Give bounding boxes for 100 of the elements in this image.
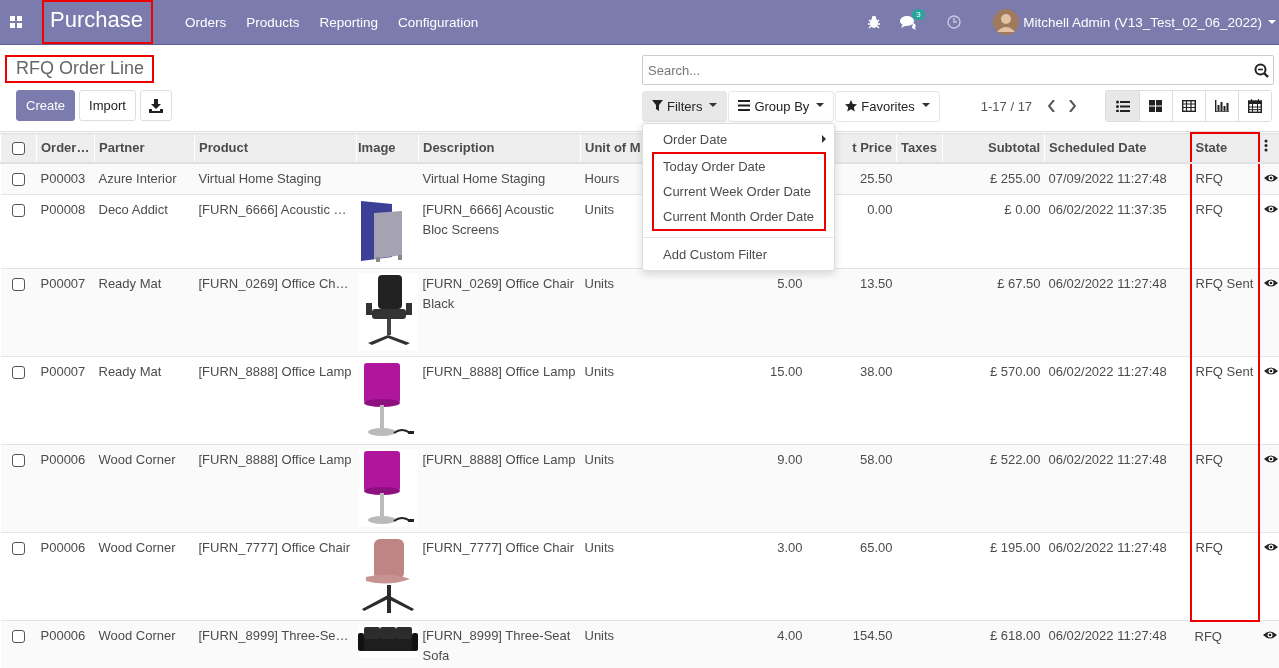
- lines-icon: [738, 100, 751, 112]
- checkbox[interactable]: [12, 204, 25, 218]
- unit-of-measure: Units: [584, 628, 615, 643]
- unit-of-measure: Units: [584, 364, 615, 379]
- filters-button[interactable]: Filters: [642, 90, 728, 122]
- eye-icon[interactable]: [1263, 278, 1278, 288]
- import-button[interactable]: Import: [79, 90, 136, 121]
- next-icon[interactable]: [1069, 100, 1077, 112]
- checkbox[interactable]: [12, 454, 25, 468]
- unit-of-measure: Units: [584, 276, 615, 291]
- checkbox[interactable]: [12, 542, 25, 556]
- search-icon[interactable]: [1254, 63, 1269, 78]
- caret-icon: [921, 102, 930, 107]
- order-reference: P00006: [40, 540, 86, 555]
- unit-of-measure: Units: [584, 202, 615, 217]
- add-custom-filter-link[interactable]: Add Custom Filter: [643, 241, 834, 267]
- search-field[interactable]: Search...: [642, 55, 1274, 85]
- scheduled-date: 06/02/2022 11:27:48: [1048, 540, 1167, 555]
- eye-icon[interactable]: [1263, 204, 1278, 214]
- bar-chart-icon: [1215, 100, 1230, 112]
- partner-name: Wood Corner: [98, 452, 176, 467]
- checkbox[interactable]: [12, 366, 25, 380]
- filter-option[interactable]: Current Week Order Date: [654, 178, 824, 204]
- avatar-icon: [993, 9, 1020, 35]
- product-name: [FURN_8888] Office Lamp: [198, 452, 352, 467]
- checkbox[interactable]: [12, 630, 25, 644]
- menu-item[interactable]: Configuration: [398, 14, 479, 30]
- download-button[interactable]: [139, 90, 172, 121]
- filter-option[interactable]: Current Month Order Date: [654, 203, 824, 229]
- unit-price-value: 38.00: [859, 364, 893, 379]
- description-text: [FURN_6666] Acoustic Bloc Screens: [422, 201, 555, 239]
- eye-icon[interactable]: [1263, 173, 1278, 183]
- submenu-arrow-icon: [822, 135, 826, 143]
- unit-price-value: 25.50: [859, 171, 893, 186]
- state-value: RFQ: [1195, 452, 1223, 467]
- product-name: [FURN_8999] Three-Se…: [198, 628, 349, 643]
- subtotal-value: £ 255.00: [989, 171, 1041, 186]
- column-header[interactable]: Product: [199, 139, 249, 155]
- product-name: [FURN_6666] Acoustic …: [198, 202, 347, 217]
- create-button[interactable]: Create: [16, 90, 76, 121]
- caret-icon: [709, 102, 718, 107]
- apps-menu-icon[interactable]: [10, 16, 22, 28]
- bug-icon[interactable]: [868, 15, 881, 29]
- filter-option[interactable]: Today Order Date: [654, 153, 824, 179]
- caret-icon: [816, 102, 825, 107]
- state-value: RFQ: [1195, 540, 1223, 555]
- order-reference: P00007: [40, 364, 86, 379]
- scheduled-date: 06/02/2022 11:27:48: [1048, 628, 1167, 643]
- description-text: [FURN_8888] Office Lamp: [422, 363, 576, 381]
- unit-price-value: 58.00: [859, 452, 893, 467]
- menu-item[interactable]: Orders: [184, 14, 227, 30]
- scheduled-date: 07/09/2022 11:27:48: [1048, 171, 1167, 186]
- list-view-button[interactable]: [1106, 91, 1140, 121]
- grid-icon: [1149, 100, 1164, 112]
- description-text: [FURN_0269] Office Chair Black: [422, 275, 575, 313]
- menu-item[interactable]: Products: [246, 14, 300, 30]
- scheduled-date: 06/02/2022 11:27:48: [1048, 364, 1167, 379]
- partner-name: Ready Mat: [98, 276, 162, 291]
- unit-of-measure: Hours: [584, 171, 620, 186]
- scheduled-date: 06/02/2022 11:37:35: [1048, 202, 1167, 217]
- order-reference: P00003: [40, 171, 86, 186]
- eye-icon[interactable]: [1263, 366, 1278, 376]
- partner-name: Ready Mat: [98, 364, 162, 379]
- subtotal-value: £ 195.00: [989, 540, 1041, 555]
- favorites-button[interactable]: Favorites: [835, 90, 940, 122]
- product-name: Virtual Home Staging: [198, 171, 322, 186]
- previous-icon[interactable]: [1048, 100, 1056, 112]
- checkbox[interactable]: [12, 278, 25, 292]
- caret-icon: [1268, 20, 1276, 24]
- filter-option[interactable]: Order Date: [643, 126, 834, 152]
- description-text: [FURN_7777] Office Chair: [422, 539, 574, 557]
- product-name: [FURN_7777] Office Chair: [198, 540, 350, 555]
- star-icon: [845, 100, 858, 112]
- state-value: RFQ: [1195, 171, 1223, 186]
- scheduled-date: 06/02/2022 11:27:48: [1048, 276, 1167, 291]
- table-icon: [1182, 100, 1197, 112]
- eye-icon[interactable]: [1263, 542, 1278, 552]
- options-icon[interactable]: [1263, 138, 1268, 152]
- user-menu[interactable]: Mitchell Admin (V13_Test_02_06_2022): [1023, 14, 1262, 30]
- menu-item[interactable]: Reporting: [319, 14, 379, 30]
- partner-name: Azure Interior: [98, 171, 177, 186]
- unit-of-measure: Units: [584, 540, 615, 555]
- checkbox[interactable]: [12, 173, 25, 187]
- group-by-button[interactable]: Group By: [728, 90, 835, 122]
- app-title[interactable]: Purchase: [42, 0, 153, 44]
- calendar-view-button[interactable]: [1238, 91, 1272, 121]
- state-value: RFQ: [1195, 202, 1223, 217]
- pager-text: 1-17 / 17: [980, 98, 1033, 114]
- calendar-icon: [1248, 99, 1263, 113]
- state-value: RFQ Sent: [1195, 364, 1254, 379]
- description-text: [FURN_8888] Office Lamp: [422, 451, 576, 469]
- list-icon: [1115, 100, 1130, 112]
- chat-icon[interactable]: [900, 14, 918, 30]
- unit-price-value: 154.50: [852, 628, 893, 643]
- partner-name: Wood Corner: [98, 628, 176, 643]
- checkbox[interactable]: [12, 141, 25, 155]
- subtotal-value: £ 0.00: [1004, 202, 1041, 217]
- eye-icon[interactable]: [1263, 454, 1278, 464]
- eye-icon[interactable]: [1262, 630, 1277, 640]
- quantity-value: 15.00: [769, 364, 803, 379]
